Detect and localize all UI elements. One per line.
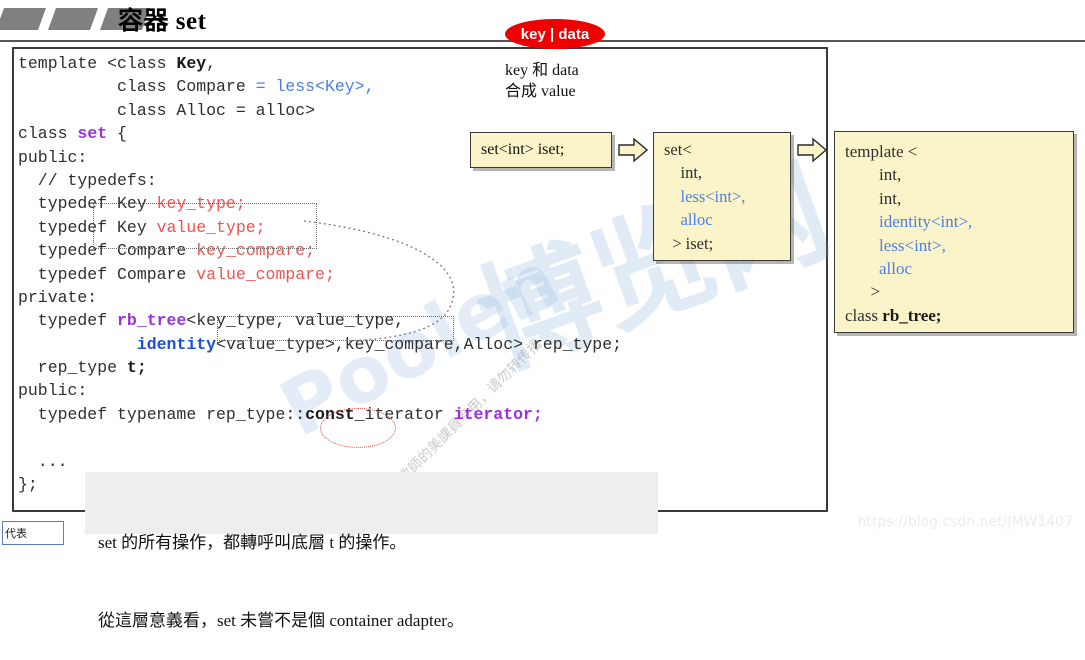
right-block-arrow-2: [797, 137, 827, 163]
box-set-int-iset: set<int> iset;: [470, 132, 612, 168]
code-line: class Alloc = alloc>: [18, 100, 316, 120]
highlight-box-typedefs: [93, 203, 317, 249]
box-line: >: [845, 282, 881, 302]
code-line: private:: [18, 287, 98, 307]
key-data-note: key 和 data 合成 value: [505, 60, 579, 102]
right-block-arrow-1: [618, 137, 648, 163]
box-line: int,: [664, 163, 703, 183]
box-line: int,: [879, 165, 902, 185]
key-data-note-line1: key 和 data: [505, 62, 579, 79]
box-line: identity<int>,: [879, 212, 973, 232]
box-template-rbtree: template < int, int, identity<int>, less…: [834, 131, 1074, 333]
box-line: class rb_tree;: [845, 305, 942, 325]
bottom-annotation-note: set 的所有操作，都轉呼叫底層 t 的操作。 從這層意義看，set 未嘗不是個…: [85, 472, 658, 630]
highlight-box-rbtree: [217, 316, 454, 341]
box-line: template <: [845, 142, 918, 161]
box-line: less<int>,: [680, 186, 746, 206]
bottom-note-line1: set 的所有操作，都轉呼叫底層 t 的操作。: [98, 533, 407, 552]
box-line: less<int>,: [879, 235, 946, 255]
box-line: > iset;: [664, 233, 714, 253]
box-set-expanded: set< int, less<int>, alloc > iset;: [653, 132, 791, 261]
code-line: public:: [18, 381, 88, 401]
box-line: alloc: [879, 258, 913, 278]
decor-parallelogram-1: [0, 8, 47, 30]
key-data-note-line2: 合成 value: [505, 83, 576, 100]
box-set-int-iset-text: set<int> iset;: [481, 141, 565, 158]
code-line: // typedefs:: [18, 170, 157, 190]
decor-parallelogram-2: [47, 8, 99, 30]
page-title: 容器 set: [118, 8, 207, 35]
code-line: rep_type t;: [18, 358, 147, 378]
bottom-note-line2: 從這層意義看，set 未嘗不是個 container adapter。: [98, 611, 464, 630]
box-line: set<: [664, 140, 692, 159]
key-data-badge: key | data: [505, 19, 605, 49]
box-line: alloc: [680, 210, 713, 230]
corner-cutoff-box[interactable]: 代表: [2, 521, 64, 545]
highlight-circle-const: [320, 408, 396, 448]
box-line: int,: [879, 188, 902, 208]
code-line: ...: [18, 451, 68, 471]
code-line: typedef Compare value_compare;: [18, 264, 335, 284]
watermark-csdn-url: https://blog.csdn.net/JMW1407: [857, 514, 1073, 530]
